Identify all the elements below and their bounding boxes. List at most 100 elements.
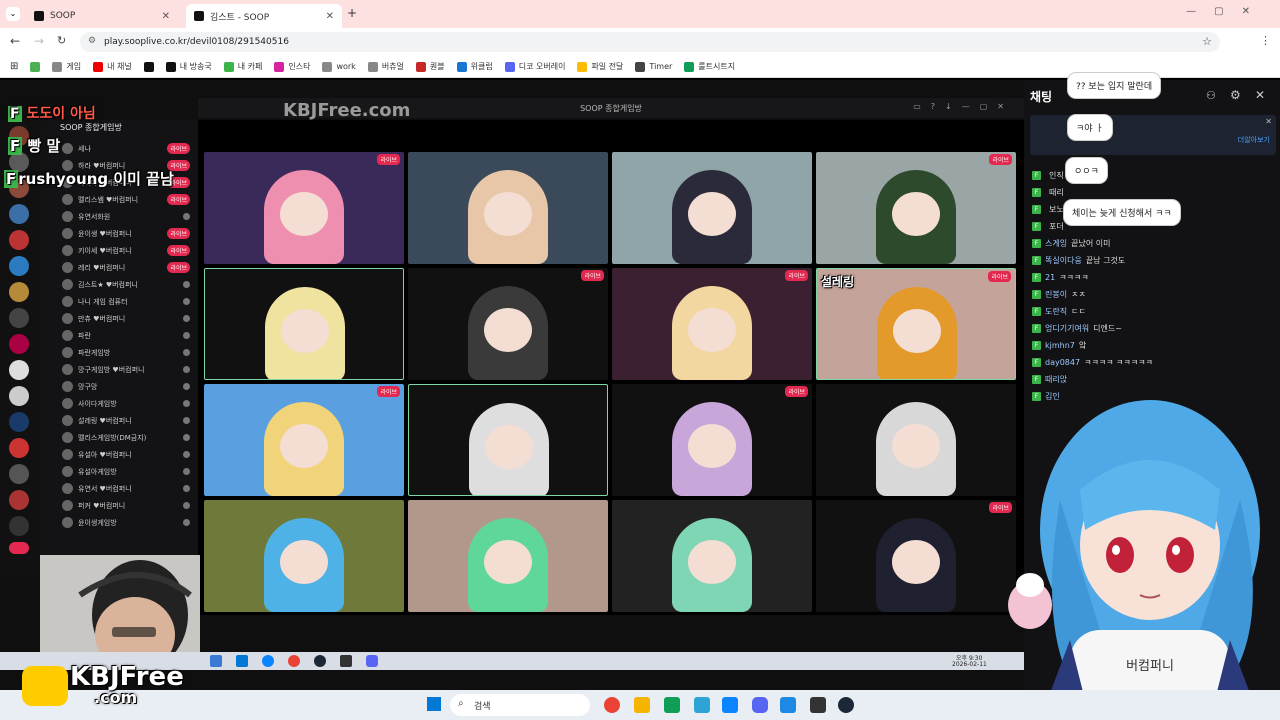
channel-row[interactable]: 유설아 ♥버컴퍼니 [40,446,198,463]
folder-icon[interactable] [634,697,650,713]
video-tile[interactable] [408,152,608,264]
bookmark-item[interactable]: 게임 [52,61,81,72]
tab-soop[interactable]: SOOP ✕ [26,4,178,28]
channel-row[interactable]: 레리 ♥버컴퍼니 라이브 [40,259,198,276]
channel-row[interactable]: 윤이생 ♥버컴퍼니 라이브 [40,225,198,242]
close-icon[interactable]: ✕ [162,11,170,22]
video-tile[interactable]: 라이브 [408,268,608,380]
app-icon[interactable] [664,697,680,713]
video-tile[interactable] [408,384,608,496]
bookmark-item[interactable]: 퀀블 [415,61,445,72]
discord-icon[interactable] [752,697,768,713]
app-icon[interactable] [722,697,738,713]
channel-row[interactable]: 세나 라이브 [40,140,198,157]
close-icon[interactable]: ✕ [326,11,334,22]
tab-active[interactable]: 김스트 - SOOP ✕ [186,4,342,28]
video-tile[interactable]: 라이브 설레링 [816,268,1016,380]
chat-nick[interactable]: 스게잉 [1045,238,1067,249]
app-icon[interactable] [780,697,796,713]
video-tile[interactable]: 라이브 [204,384,404,496]
video-tile[interactable]: 라이브 [612,384,812,496]
server-icon[interactable] [9,360,29,380]
video-tile[interactable] [816,384,1016,496]
chat-nick[interactable]: 도란직 [1045,306,1067,317]
server-icon[interactable] [9,334,29,354]
channel-row[interactable]: 망구망 [40,378,198,395]
video-tile[interactable]: 라이브 [612,268,812,380]
steam-icon[interactable] [314,655,326,667]
server-icon[interactable] [9,412,29,432]
channel-row[interactable]: 설레링 ♥버컴퍼니 [40,412,198,429]
bookmark-item[interactable]: 내 채널 [93,61,132,72]
site-info-icon[interactable]: ⚙ [88,36,96,46]
back-icon[interactable]: ← [10,34,20,48]
new-badge-icon[interactable] [9,542,29,554]
bookmark-item[interactable]: Timer [635,61,672,72]
server-icon[interactable] [9,282,29,302]
bookmark-item[interactable]: 디코 오버레이 [504,61,565,72]
app-icon[interactable] [340,655,352,667]
chat-nick[interactable]: 21 [1045,273,1055,282]
channel-row[interactable]: 만츄 ♥버컴퍼니 [40,310,198,327]
server-icon[interactable] [9,256,29,276]
channel-row[interactable]: 멜리스쌤 ♥버컴퍼니 라이브 [40,191,198,208]
channel-row[interactable]: 파란게임방 [40,344,198,361]
channel-row[interactable]: 유설아게임방 [40,463,198,480]
gear-icon[interactable]: ⚙ [1230,88,1241,102]
chat-nick[interactable]: kjmhn7 [1045,341,1075,350]
chrome-icon[interactable] [604,697,620,713]
channel-row[interactable]: 유연서 ♥버컴퍼니 [40,480,198,497]
windows-start-icon[interactable] [427,697,441,711]
close-icon[interactable]: ✕ [1265,117,1272,126]
chat-nick[interactable]: 린봉이 [1045,289,1067,300]
calendar-icon[interactable] [810,697,826,713]
app-icon[interactable] [210,655,222,667]
app-icon[interactable] [236,655,248,667]
taskbar-search[interactable]: ⌕ 검색 [450,694,590,716]
chrome-icon[interactable] [288,655,300,667]
edge-icon[interactable] [262,655,274,667]
server-icon[interactable] [9,438,29,458]
bookmark-item[interactable]: 내 카페 [223,61,262,72]
bookmark-item[interactable]: 위클럽 [456,61,493,72]
channel-row[interactable]: 나니 게임 컴퓨터 [40,293,198,310]
channel-row[interactable]: 윤이생게임방 [40,514,198,531]
channel-row[interactable]: 파란 [40,327,198,344]
server-icon[interactable] [9,386,29,406]
user-list-icon[interactable]: ⚇ [1206,89,1216,102]
tab-search-icon[interactable]: ⌄ [6,7,20,21]
bookmark-item[interactable]: 내 방송국 [165,61,212,72]
bookmark-item[interactable]: 룰트시트지 [684,61,735,72]
server-icon[interactable] [9,230,29,250]
server-icon[interactable] [9,516,29,536]
app-icon[interactable] [694,697,710,713]
bookmark-item[interactable] [143,61,154,72]
server-icon[interactable] [9,464,29,484]
server-icon[interactable] [9,204,29,224]
apps-grid-icon[interactable]: ⊞ [10,61,18,72]
chat-nick[interactable]: 엉디기기여워 [1045,323,1089,334]
channel-row[interactable]: 사이다게임방 [40,395,198,412]
channel-row[interactable]: 키이세 ♥버컴퍼니 라이브 [40,242,198,259]
menu-icon[interactable]: ⋮ [1260,34,1271,47]
bookmark-item[interactable]: 파일 전달 [577,61,623,72]
close-icon[interactable]: ✕ [1255,88,1265,102]
forward-icon[interactable]: → [34,34,44,48]
chat-nick[interactable]: 똑실이다웅 [1045,255,1082,266]
channel-header[interactable]: SOOP 종합게임방 [60,122,122,133]
video-tile[interactable] [204,500,404,612]
video-tile[interactable] [612,152,812,264]
channel-row[interactable]: 멜리스게임방(DM금지) [40,429,198,446]
server-icon[interactable] [9,308,29,328]
video-tile[interactable] [204,268,404,380]
chat-nick[interactable]: day0847 [1045,358,1080,367]
server-icon[interactable] [9,490,29,510]
bookmark-item[interactable]: work [322,61,356,72]
bookmark-star-icon[interactable]: ☆ [1202,35,1212,48]
channel-row[interactable]: 유연서화원 [40,208,198,225]
more-link[interactable]: 더알아보기 [1238,135,1270,145]
new-tab-button[interactable]: + [347,6,357,20]
video-tile[interactable] [612,500,812,612]
video-tile[interactable]: 라이브 [816,152,1016,264]
video-tile[interactable] [408,500,608,612]
